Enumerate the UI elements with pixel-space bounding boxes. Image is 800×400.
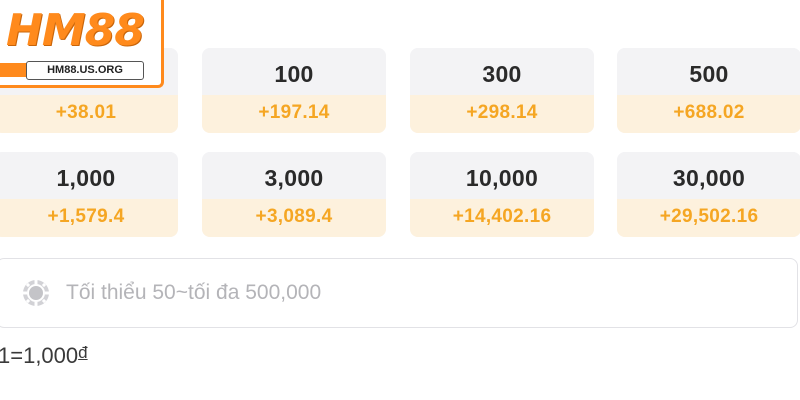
exchange-rate-text: 1=1,000: [0, 343, 79, 368]
chip-icon: [20, 277, 52, 309]
bonus-value: +14,402.16: [410, 199, 594, 237]
amount-option-card[interactable]: 100 +197.14: [202, 48, 386, 133]
currency-symbol: đ: [78, 343, 88, 362]
bonus-value: +29,502.16: [617, 199, 800, 237]
bonus-value: +1,579.4: [0, 199, 178, 237]
amount-value: 1,000: [0, 152, 178, 199]
amount-option-card[interactable]: 10,000 +14,402.16: [410, 152, 594, 237]
bonus-value: +298.14: [410, 95, 594, 133]
deposit-panel: +38.01 100 +197.14 300 +298.14 500 +688.…: [0, 0, 800, 400]
bonus-value: +3,089.4: [202, 199, 386, 237]
exchange-rate: 1=1,000đ: [0, 343, 88, 369]
bonus-value: +38.01: [0, 95, 178, 133]
amount-option-card[interactable]: 30,000 +29,502.16: [617, 152, 800, 237]
amount-value: 100: [202, 48, 386, 95]
logo-text: HM88: [6, 5, 145, 56]
amount-value: 300: [410, 48, 594, 95]
amount-option-card[interactable]: 3,000 +3,089.4: [202, 152, 386, 237]
logo-url: HM88.US.ORG: [26, 61, 144, 80]
bonus-value: +197.14: [202, 95, 386, 133]
amount-input[interactable]: [64, 280, 668, 306]
amount-value: 3,000: [202, 152, 386, 199]
amount-option-card[interactable]: 500 +688.02: [617, 48, 800, 133]
amount-value: 30,000: [617, 152, 800, 199]
amount-value: 10,000: [410, 152, 594, 199]
amount-option-card[interactable]: 1,000 +1,579.4: [0, 152, 178, 237]
amount-value: 500: [617, 48, 800, 95]
brand-logo: HM88 HM88.US.ORG: [0, 0, 164, 88]
bonus-value: +688.02: [617, 95, 800, 133]
amount-input-field[interactable]: [0, 258, 798, 328]
amount-option-card[interactable]: 300 +298.14: [410, 48, 594, 133]
